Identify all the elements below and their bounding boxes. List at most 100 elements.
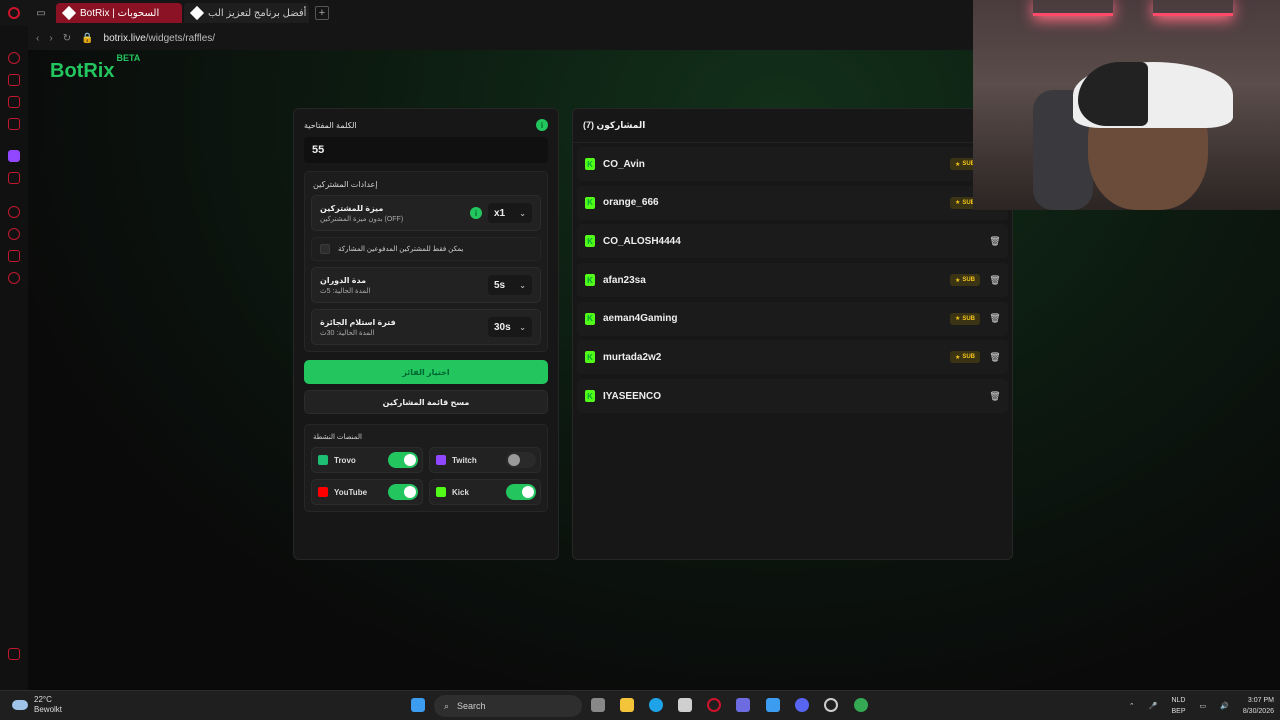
subscriber-bonus-title: ميزة للمشتركين — [320, 203, 384, 213]
messenger-icon[interactable] — [8, 96, 20, 108]
chrome-icon[interactable] — [854, 698, 868, 712]
active-platforms: المنصات النشطة Trovo Twitch YouTube Kick — [304, 424, 548, 512]
temperature: 22°C — [34, 695, 52, 704]
speed-dial-icon[interactable] — [8, 52, 20, 64]
gx-icon[interactable] — [8, 648, 20, 660]
language-indicator[interactable]: NLD BEP — [1171, 695, 1185, 717]
bag-icon[interactable] — [8, 74, 20, 86]
system-tray: ⌃ 🎤 NLD BEP ▭ 🔊 3:07 PM 8/30/2026 — [1129, 695, 1274, 717]
cloud-icon — [12, 700, 28, 710]
new-tab-button[interactable]: + — [315, 6, 329, 20]
chevron-up-icon[interactable]: ⌃ — [1129, 702, 1135, 710]
windows-app-icon[interactable] — [766, 698, 780, 712]
history-icon[interactable] — [8, 228, 20, 240]
obs-icon[interactable] — [824, 698, 838, 712]
edge-icon[interactable] — [649, 698, 663, 712]
info-icon[interactable]: i — [536, 119, 548, 131]
twitch-icon[interactable] — [8, 150, 20, 162]
chevron-down-icon: ⌄ — [519, 280, 526, 290]
kick-icon: K — [585, 196, 595, 209]
browser-sidebar — [0, 26, 28, 690]
subscriber-bonus-subtitle: بدون ميزة المشتركين (OFF) — [320, 215, 404, 223]
back-icon[interactable]: ‹ — [36, 33, 39, 44]
tab-label: BotRix | السحوبات — [80, 7, 160, 19]
network-icon[interactable]: ▭ — [1200, 702, 1207, 710]
participants-card: المشاركون (7) KCO_Avin ★ SUB🗑 Korange_66… — [572, 108, 1013, 560]
keyword-input[interactable]: 55 — [304, 137, 548, 163]
microphone-icon[interactable]: 🎤 — [1149, 702, 1158, 710]
kick-icon: K — [585, 312, 595, 325]
percent-icon[interactable] — [8, 172, 20, 184]
platform-youtube: YouTube — [311, 479, 423, 505]
raffle-settings-card: الكلمة المفتاحية i 55 إعدادات المشتركين … — [293, 108, 559, 560]
trash-icon[interactable]: 🗑 — [989, 390, 1000, 402]
trovo-icon — [318, 455, 328, 465]
claim-period-row: فترة استلام الجائزة المدة الحالية: 30ث 3… — [311, 309, 541, 345]
spin-duration-title: مدة الدوران — [320, 275, 367, 285]
kick-icon: K — [585, 351, 595, 364]
subscriber-bonus-row: ميزة للمشتركين بدون ميزة المشتركين (OFF)… — [311, 195, 541, 231]
spin-duration-select[interactable]: 5s ⌄ — [488, 275, 532, 295]
platform-twitch: Twitch — [429, 447, 541, 473]
taskbar-search[interactable]: ⌕ Search — [434, 695, 582, 717]
tab-menu-icon[interactable]: ▭ — [28, 0, 54, 26]
clock[interactable]: 3:07 PM 8/30/2026 — [1243, 695, 1274, 717]
participant-row: K CO_ALOSH4444 🗑 — [577, 224, 1008, 259]
pick-winner-button[interactable]: اختيار الفائز — [304, 360, 548, 384]
participant-row: Kaeman4Gaming ★ SUB 🗑 — [577, 301, 1008, 336]
subscriber-settings: إعدادات المشتركين ميزة للمشتركين بدون مي… — [304, 171, 548, 352]
trovo-toggle[interactable] — [388, 452, 418, 468]
subs-only-row[interactable]: يمكن فقط للمشتركين المدفوعين المشاركة — [311, 237, 541, 261]
subs-only-label: يمكن فقط للمشتركين المدفوعين المشاركة — [338, 246, 464, 253]
claim-period-subtitle: المدة الحالية: 30ث — [320, 329, 375, 337]
subs-only-checkbox[interactable] — [320, 244, 330, 254]
subscriber-settings-title: إعدادات المشتركين — [313, 180, 378, 189]
kick-toggle[interactable] — [506, 484, 536, 500]
app-icon[interactable] — [736, 698, 750, 712]
trash-icon[interactable]: 🗑 — [989, 313, 1000, 325]
participant-row: KCO_Avin ★ SUB🗑 — [577, 147, 1008, 181]
youtube-toggle[interactable] — [388, 484, 418, 500]
streamer-cap-front — [1078, 62, 1148, 126]
settings-icon[interactable] — [8, 272, 20, 284]
trash-icon[interactable]: 🗑 — [989, 274, 1000, 286]
spin-duration-subtitle: المدة الحالية: 5ث — [320, 287, 371, 295]
volume-icon[interactable]: 🔊 — [1220, 702, 1229, 710]
url-field[interactable]: botrix.live/widgets/raffles/ — [104, 33, 216, 44]
participant-row: Korange_666 ★ SUB🗑 — [577, 185, 1008, 220]
weather-text: Bewolkt — [34, 705, 63, 714]
lock-icon: 🔒 — [81, 32, 94, 44]
clear-participants-button[interactable]: مسح قائمة المشاركين — [304, 390, 548, 414]
file-explorer-icon[interactable] — [620, 698, 634, 712]
trash-icon[interactable]: 🗑 — [989, 235, 1000, 247]
claim-period-select[interactable]: 30s ⌄ — [488, 317, 532, 337]
trash-icon[interactable]: 🗑 — [989, 351, 1000, 363]
opera-gx-icon[interactable] — [707, 698, 721, 712]
brand-logo[interactable]: BotRixBETA — [50, 53, 140, 83]
tab-loyalty[interactable]: الولاء | أفضل برنامج لتعزيز الب — [184, 3, 309, 23]
opera-logo-icon[interactable] — [0, 0, 28, 26]
botrix-favicon-icon — [189, 5, 205, 21]
sub-badge: ★ SUB — [949, 312, 980, 325]
windows-start-icon[interactable] — [411, 698, 425, 712]
participants-title: المشاركون (7) — [573, 109, 1012, 143]
sub-badge: ★ SUB — [949, 351, 980, 364]
mail-icon[interactable] — [8, 118, 20, 130]
task-view-icon[interactable] — [591, 698, 605, 712]
kick-icon: K — [585, 390, 595, 403]
neon-light — [1033, 0, 1113, 16]
store-icon[interactable] — [678, 698, 692, 712]
weather-widget[interactable]: 22°C Bewolkt — [12, 695, 62, 715]
twitch-toggle[interactable] — [506, 452, 536, 468]
reload-icon[interactable]: ↻ — [63, 33, 71, 44]
subscriber-bonus-select[interactable]: x1 ⌄ — [488, 203, 532, 223]
youtube-icon — [318, 487, 328, 497]
info-icon[interactable]: i — [470, 207, 482, 219]
twitch-icon — [436, 455, 446, 465]
discord-icon[interactable] — [795, 698, 809, 712]
player-icon[interactable] — [8, 206, 20, 218]
tab-botrix[interactable]: BotRix | السحوبات — [56, 3, 182, 23]
forward-icon[interactable]: › — [49, 33, 52, 44]
participant-row: Kmurtada2w2 ★ SUB 🗑 — [577, 340, 1008, 375]
pinboard-icon[interactable] — [8, 250, 20, 262]
